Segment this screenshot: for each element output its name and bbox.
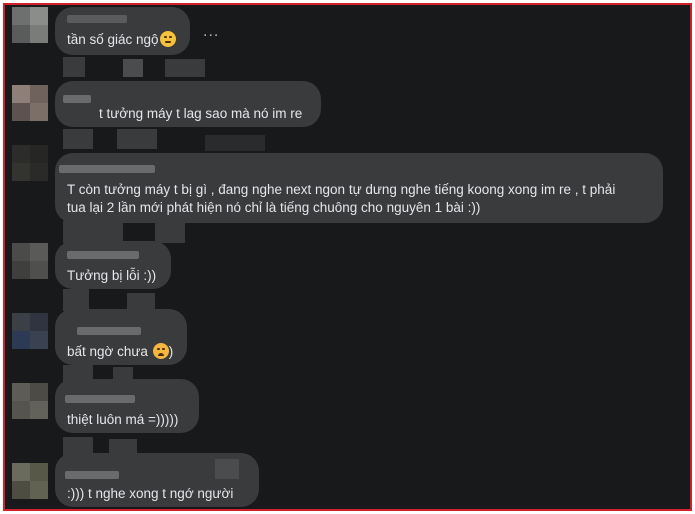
comment-text-suffix: ) — [168, 344, 174, 359]
avatar[interactable] — [12, 145, 48, 181]
comment-text: tần số giác ngộ — [67, 32, 159, 47]
comment-text-line-1: T còn tưởng máy t bị gì , đang nghe next… — [67, 182, 616, 197]
blurred-name-pixels — [63, 57, 85, 77]
comment-bubble: bất ngờ chưa ) — [55, 309, 187, 365]
comment-text: :))) t nghe xong t ngớ người — [67, 486, 234, 501]
avatar[interactable] — [12, 313, 48, 349]
blurred-name-pixels — [123, 59, 143, 77]
comment-text: Tưởng bị lỗi :)) — [67, 268, 157, 283]
blurred-name-pixels — [215, 459, 239, 479]
commenter-name-blurred[interactable] — [67, 15, 127, 23]
comment-thread: tần số giác ngộ ... t tưởng máy t lag sa… — [3, 3, 692, 511]
blurred-name-pixels — [63, 289, 89, 311]
comment-bubble: tần số giác ngộ — [55, 7, 190, 55]
blurred-name-pixels — [165, 59, 205, 77]
frowning-face-emoji — [152, 343, 169, 359]
comment-text: thiệt luôn má =))))) — [67, 412, 179, 427]
comment-bubble: t tưởng máy t lag sao mà nó im re — [55, 81, 321, 127]
avatar[interactable] — [12, 7, 48, 43]
comment-bubble: Tưởng bị lỗi :)) — [55, 241, 171, 289]
comment-bubble: thiệt luôn má =))))) — [55, 379, 199, 433]
comment-text: t tưởng máy t lag sao mà nó im re — [99, 106, 303, 121]
blurred-name-pixels — [205, 135, 265, 151]
comment-bubble: T còn tưởng máy t bị gì , đang nghe next… — [55, 153, 663, 223]
commenter-name-blurred[interactable] — [59, 165, 155, 173]
commenter-name-blurred[interactable] — [67, 251, 139, 259]
avatar[interactable] — [12, 383, 48, 419]
commenter-name-blurred[interactable] — [65, 395, 135, 403]
blurred-name-pixels — [63, 129, 93, 149]
blurred-name-pixels — [155, 223, 185, 243]
commenter-name-blurred[interactable] — [63, 95, 91, 103]
comment-text: bất ngờ chưa — [67, 344, 152, 359]
comment-text-line-2: tua lại 2 lần mới phát hiện nó chỉ là ti… — [67, 200, 481, 215]
avatar[interactable] — [12, 463, 48, 499]
smirk-face-emoji — [159, 31, 176, 47]
commenter-name-blurred[interactable] — [77, 327, 141, 335]
blurred-name-pixels — [117, 129, 157, 149]
commenter-name-blurred[interactable] — [65, 471, 119, 479]
blurred-name-pixels — [63, 221, 123, 243]
avatar[interactable] — [12, 85, 48, 121]
more-options-icon[interactable]: ... — [203, 24, 219, 40]
comment-bubble: :))) t nghe xong t ngớ người — [55, 453, 259, 507]
avatar[interactable] — [12, 243, 48, 279]
